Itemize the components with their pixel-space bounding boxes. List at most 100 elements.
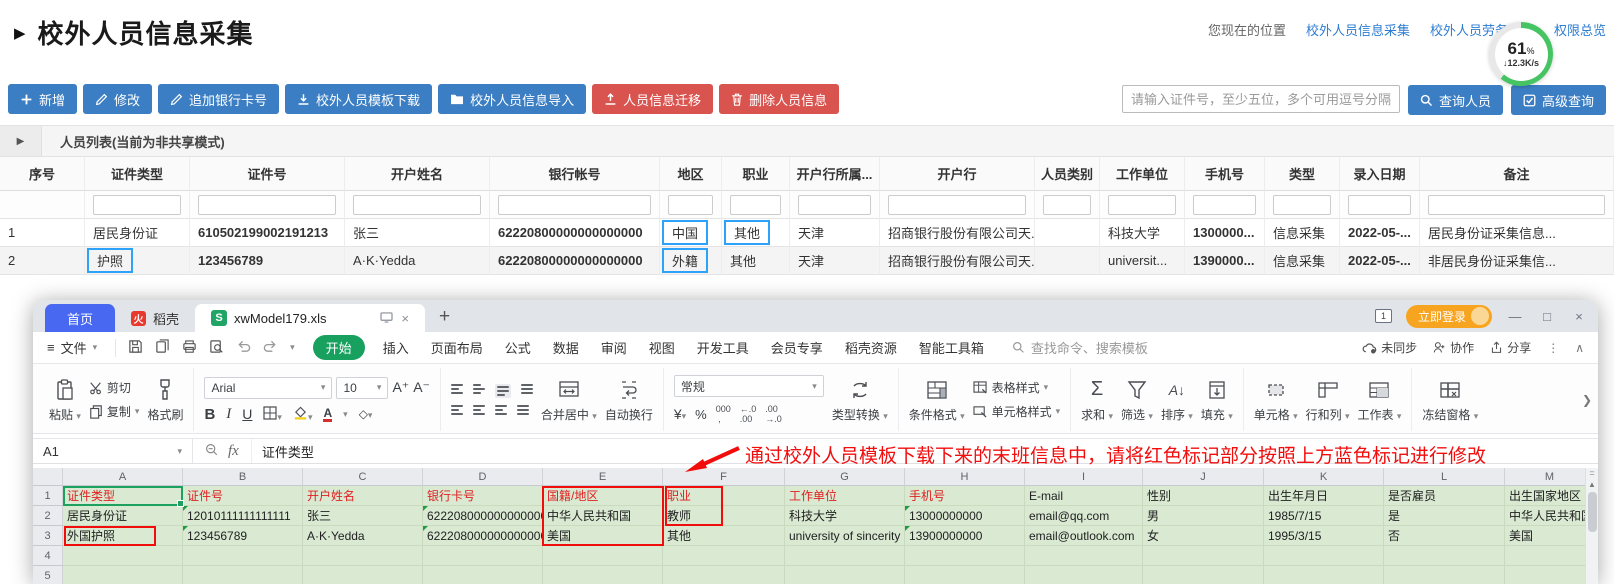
font-size-select[interactable]: 10▾ bbox=[336, 377, 388, 399]
sheet-cell[interactable] bbox=[1143, 566, 1264, 584]
font-name-select[interactable]: Arial▾ bbox=[204, 377, 332, 399]
menu-tab-9[interactable]: 智能工具箱 bbox=[919, 338, 984, 357]
sheet-cell[interactable] bbox=[1264, 546, 1384, 566]
sheet-cell[interactable]: 美国 bbox=[543, 526, 663, 546]
sheet-cell[interactable] bbox=[1505, 546, 1585, 566]
align-top-icon[interactable] bbox=[451, 384, 463, 398]
ribbon-scroll-right-icon[interactable]: ❯ bbox=[1576, 368, 1598, 431]
column-header[interactable]: 录入日期 bbox=[1340, 157, 1420, 191]
column-header[interactable]: 工作单位 bbox=[1100, 157, 1185, 191]
filter-input[interactable] bbox=[730, 195, 781, 215]
sheet-cell[interactable] bbox=[1384, 566, 1505, 584]
fill-button[interactable]: 填充 ▾ bbox=[1201, 377, 1233, 423]
sheet-cell[interactable]: 工作单位 bbox=[785, 486, 905, 506]
cell-style-button[interactable]: 单元格样式▾ bbox=[973, 403, 1061, 420]
sheet-cell[interactable] bbox=[423, 546, 543, 566]
increase-font-icon[interactable]: A⁺ bbox=[392, 379, 409, 396]
row-number[interactable]: 1 bbox=[33, 486, 63, 506]
sheet-cell[interactable] bbox=[183, 566, 303, 584]
sheet-cell[interactable]: 国籍/地区 bbox=[543, 486, 663, 506]
column-letter[interactable]: C bbox=[303, 468, 423, 486]
column-header[interactable]: 地区 bbox=[660, 157, 722, 191]
justify-icon[interactable] bbox=[517, 405, 529, 415]
sheet-cell[interactable]: 其他 bbox=[663, 526, 785, 546]
paste-button[interactable]: 粘贴 ▾ bbox=[49, 377, 81, 423]
fill-color-icon[interactable]: ▾ bbox=[293, 406, 313, 423]
sheet-cell[interactable]: email@qq.com bbox=[1025, 506, 1143, 526]
split-handle-icon[interactable]: = bbox=[1589, 468, 1594, 480]
sheet-cell[interactable]: 手机号 bbox=[905, 486, 1025, 506]
filter-input[interactable] bbox=[198, 195, 336, 215]
share-button[interactable]: 分享 bbox=[1490, 339, 1531, 356]
italic-icon[interactable]: I bbox=[226, 406, 231, 423]
align-left-icon[interactable] bbox=[451, 405, 463, 415]
filter-input[interactable] bbox=[888, 195, 1026, 215]
toolbar-button-3[interactable]: 校外人员模板下载 bbox=[285, 84, 432, 114]
borders-icon[interactable]: ▾ bbox=[263, 406, 282, 423]
menu-tab-6[interactable]: 开发工具 bbox=[697, 338, 749, 357]
row-number[interactable]: 5 bbox=[33, 566, 63, 584]
cell-name-box[interactable]: A1▾ bbox=[33, 439, 193, 463]
menu-tab-start[interactable]: 开始 bbox=[313, 335, 365, 360]
sheet-cell[interactable] bbox=[543, 566, 663, 584]
sheet-cell[interactable]: 中华人民共和国 bbox=[543, 506, 663, 526]
redo-icon[interactable] bbox=[263, 339, 278, 357]
minimize-icon[interactable]: — bbox=[1506, 309, 1524, 324]
sheet-cell[interactable] bbox=[785, 546, 905, 566]
column-letter[interactable]: G bbox=[785, 468, 905, 486]
sheet-cell[interactable]: 开户姓名 bbox=[303, 486, 423, 506]
sort-button[interactable]: A↓ 排序 ▾ bbox=[1161, 377, 1193, 423]
sheet-cell[interactable]: E-mail bbox=[1025, 486, 1143, 506]
filter-input[interactable] bbox=[353, 195, 481, 215]
filter-input[interactable] bbox=[1273, 195, 1331, 215]
sheet-cell[interactable]: 出生年月日 bbox=[1264, 486, 1384, 506]
sheet-cell[interactable]: 职业 bbox=[663, 486, 785, 506]
sheet-cell[interactable] bbox=[423, 566, 543, 584]
sheet-cell[interactable]: 美国 bbox=[1505, 526, 1585, 546]
sheet-cell[interactable]: 外国护照 bbox=[63, 526, 183, 546]
decrease-decimal-icon[interactable]: ←.0.00 bbox=[740, 404, 757, 424]
query-person-button[interactable]: 查询人员 bbox=[1408, 85, 1503, 115]
sheet-cell[interactable]: 教师 bbox=[663, 506, 785, 526]
toolbar-button-2[interactable]: 追加银行卡号 bbox=[158, 84, 279, 114]
sheet-cell[interactable] bbox=[663, 566, 785, 584]
collapse-arrow-icon[interactable]: ▶ bbox=[14, 24, 26, 42]
search-input[interactable] bbox=[1122, 85, 1400, 113]
sheet-cell[interactable]: 出生国家地区 bbox=[1505, 486, 1585, 506]
column-header[interactable]: 银行帐号 bbox=[490, 157, 660, 191]
sheet-cell[interactable]: 证件号 bbox=[183, 486, 303, 506]
number-format-select[interactable]: 常规▾ bbox=[674, 375, 824, 397]
bold-icon[interactable]: B bbox=[204, 406, 215, 423]
sheet-cell[interactable]: 科技大学 bbox=[785, 506, 905, 526]
column-header[interactable]: 手机号 bbox=[1185, 157, 1265, 191]
sheet-cell[interactable]: 1985/7/15 bbox=[1264, 506, 1384, 526]
freeze-panes-button[interactable]: 冻结窗格 ▾ bbox=[1422, 377, 1478, 423]
sheet-cell[interactable] bbox=[63, 566, 183, 584]
more-icon[interactable]: ⋮ bbox=[1547, 341, 1559, 355]
sheet-cell[interactable]: 62220800000000000000 bbox=[423, 506, 543, 526]
column-header[interactable]: 开户行所属... bbox=[790, 157, 880, 191]
sheet-cell[interactable]: 是 bbox=[1384, 506, 1505, 526]
column-header[interactable]: 备注 bbox=[1420, 157, 1614, 191]
align-center-icon[interactable] bbox=[473, 405, 485, 415]
row-number[interactable]: 3 bbox=[33, 526, 63, 546]
sheet-cell[interactable] bbox=[1505, 566, 1585, 584]
filter-input[interactable] bbox=[1428, 195, 1605, 215]
worksheet-button[interactable]: 工作表 ▾ bbox=[1358, 377, 1402, 423]
sheet-cell[interactable] bbox=[785, 566, 905, 584]
table-row[interactable]: 1居民身份证610502199002191213张三62220800000000… bbox=[0, 219, 1614, 247]
sheet-cell[interactable] bbox=[905, 566, 1025, 584]
wrap-text-button[interactable]: 自动换行 bbox=[605, 377, 653, 423]
tab-home[interactable]: 首页 bbox=[45, 304, 115, 332]
select-all-corner[interactable] bbox=[33, 468, 63, 486]
column-letter[interactable]: E bbox=[543, 468, 663, 486]
column-letter[interactable]: M bbox=[1505, 468, 1585, 486]
print-preview-icon[interactable] bbox=[209, 339, 224, 357]
column-header[interactable]: 开户行 bbox=[880, 157, 1035, 191]
sheet-cell[interactable]: 银行卡号 bbox=[423, 486, 543, 506]
menu-tab-0[interactable]: 插入 bbox=[383, 338, 409, 357]
align-bottom-icon[interactable] bbox=[495, 384, 511, 398]
sheet-cell[interactable] bbox=[303, 546, 423, 566]
column-header[interactable]: 开户姓名 bbox=[345, 157, 490, 191]
sync-status[interactable]: 未同步 bbox=[1362, 339, 1417, 356]
